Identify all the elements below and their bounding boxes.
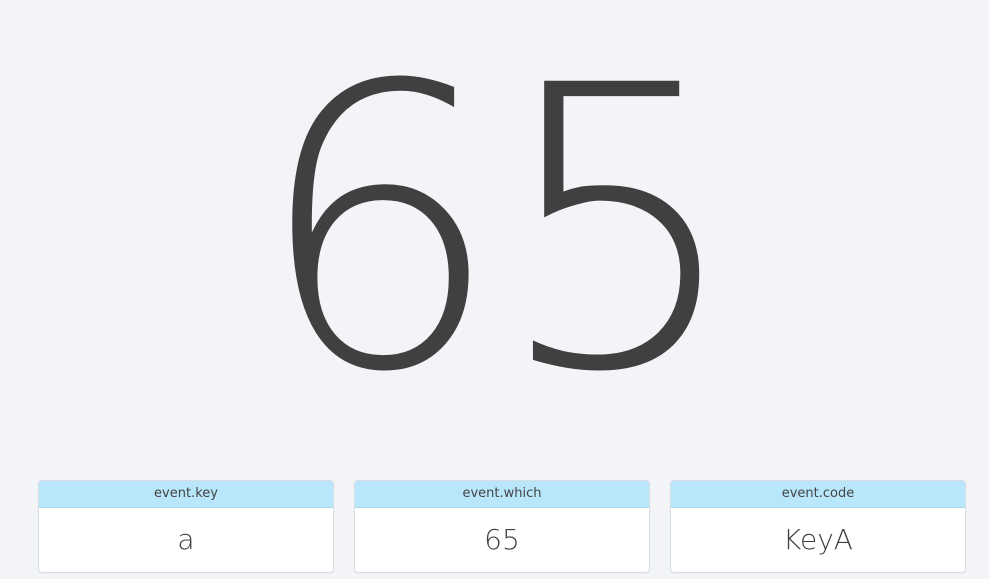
event-which-value: 65	[484, 523, 520, 556]
event-code-card: event.code KeyA	[670, 480, 966, 573]
main-key-code: 65	[254, 3, 742, 457]
event-code-value: KeyA	[783, 523, 853, 556]
event-key-label: event.key	[39, 481, 333, 508]
event-key-card: event.key a	[38, 480, 334, 573]
event-details: event.key a event.which 65 event.code Ke…	[38, 480, 966, 573]
event-code-label: event.code	[671, 481, 965, 508]
keycode-page: 65 event.key a event.which 65 event.code…	[0, 0, 989, 579]
key-code-display: 65	[0, 3, 989, 457]
event-which-card: event.which 65	[354, 480, 650, 573]
event-which-label: event.which	[355, 481, 649, 508]
event-key-value: a	[177, 523, 195, 556]
